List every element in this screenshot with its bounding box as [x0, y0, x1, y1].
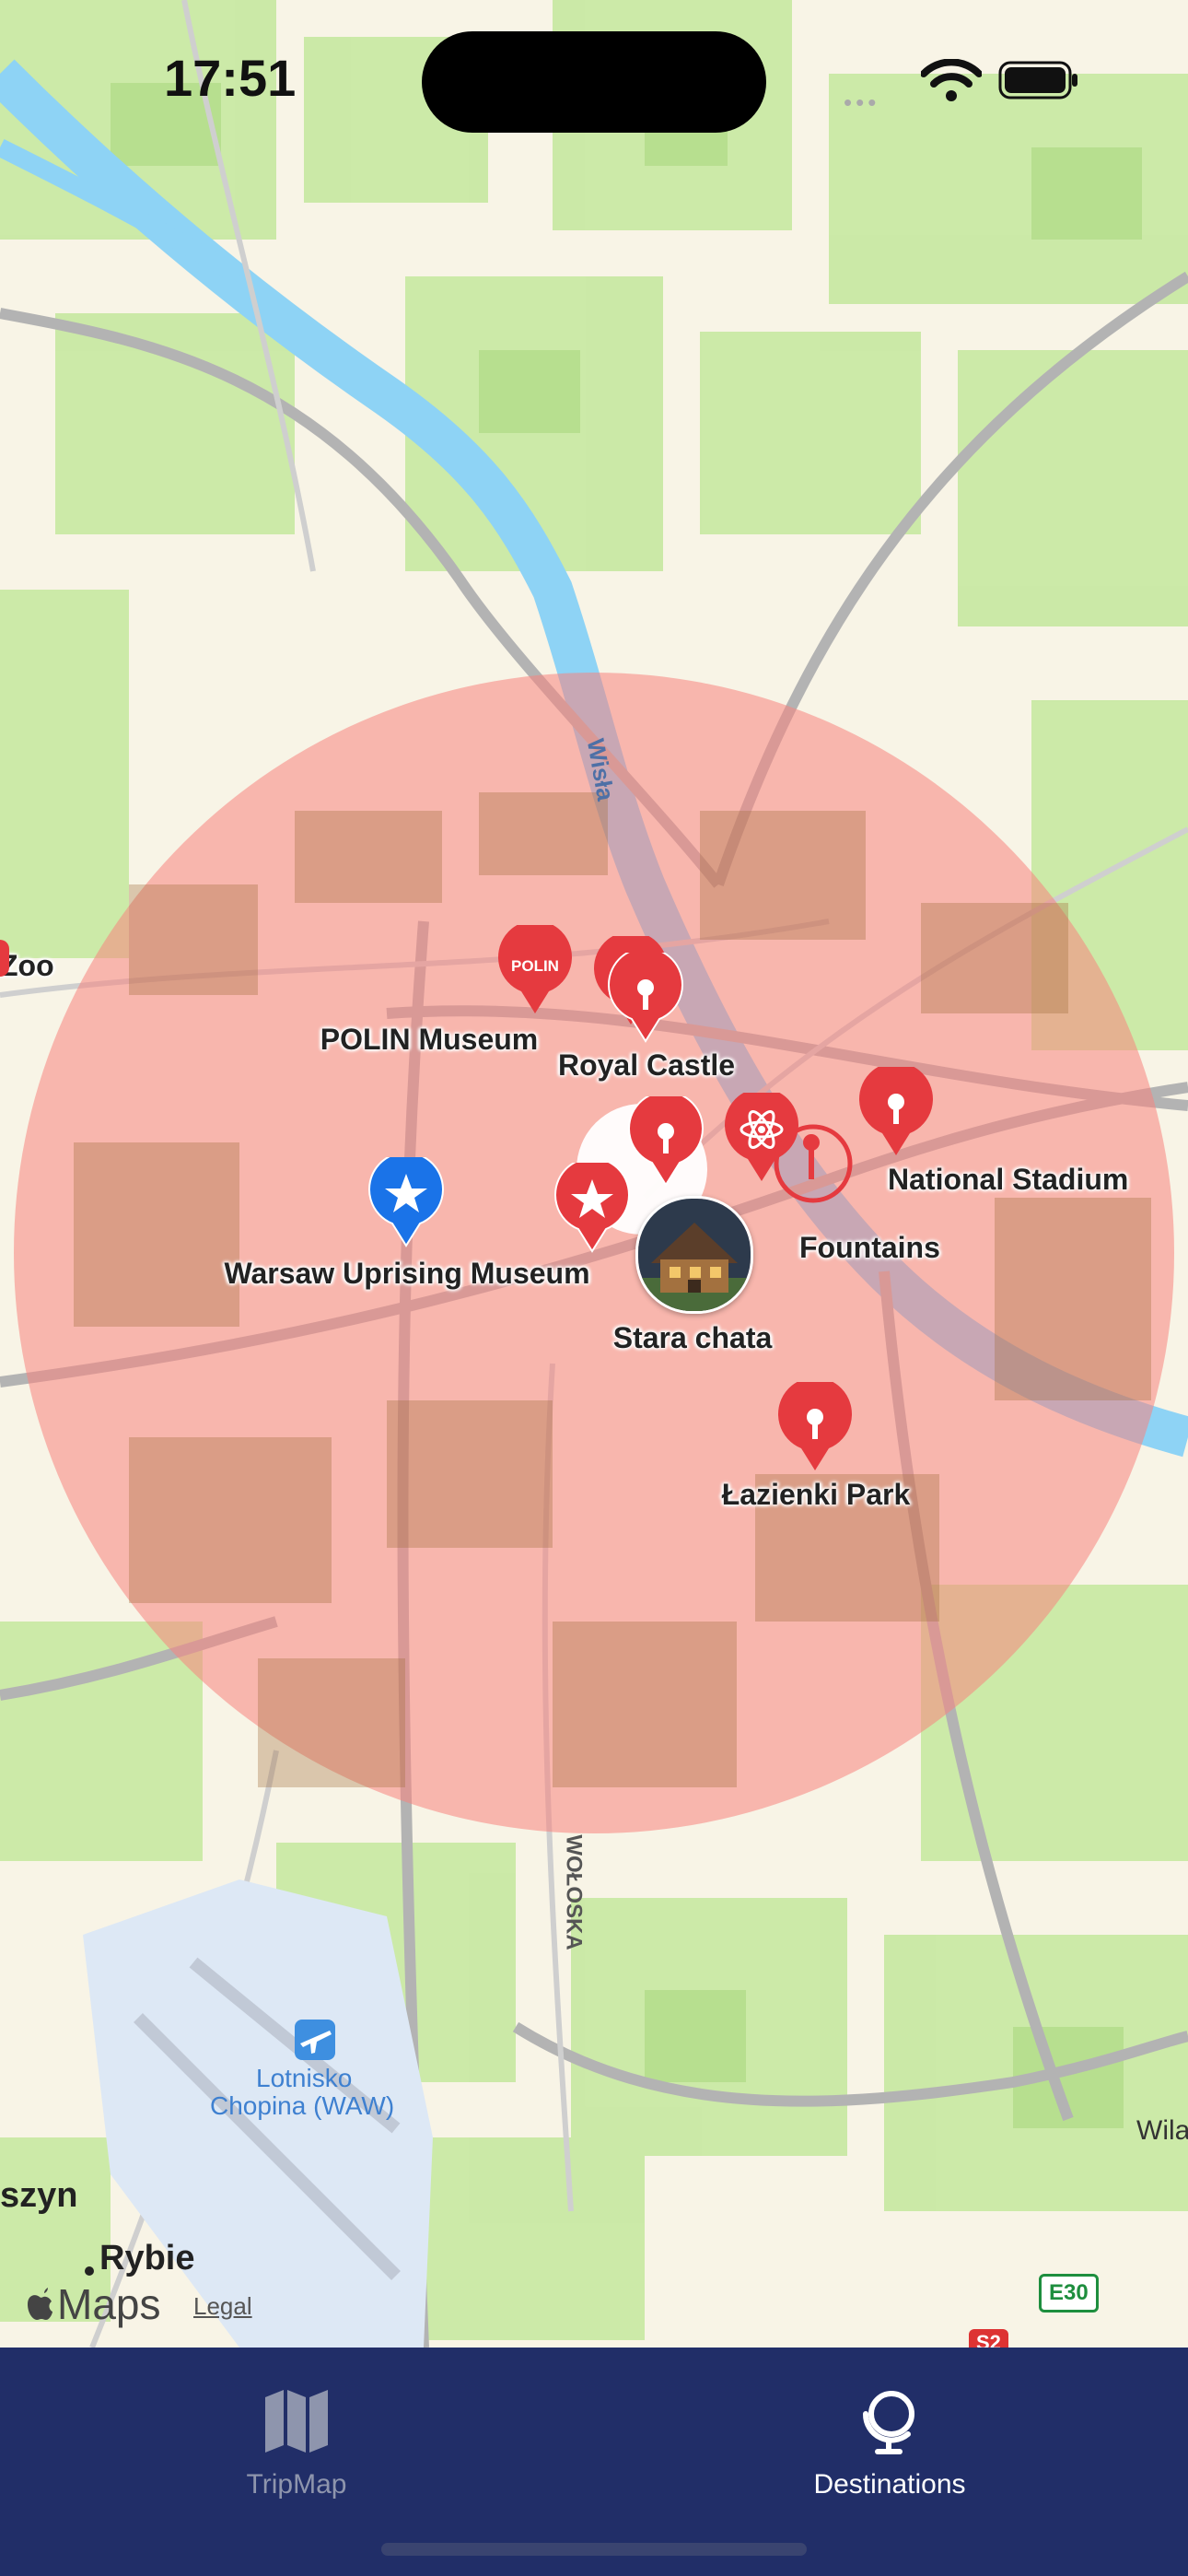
maps-attribution: Maps: [26, 2279, 160, 2329]
house-photo: [638, 1199, 751, 1311]
favorite-star-pin[interactable]: [553, 1163, 632, 1255]
maps-text: Maps: [57, 2280, 161, 2328]
pin-label-royal-castle: Royal Castle: [557, 1048, 736, 1082]
airport-label: Lotnisko: [256, 2064, 352, 2093]
polin-logo-icon: POLIN: [511, 957, 559, 975]
signal-dots-icon: •••: [844, 88, 880, 116]
tab-destinations-label: Destinations: [813, 2469, 966, 2500]
place-label-rybie: Rybie: [99, 2239, 195, 2277]
stara-chata-photo-pin[interactable]: [635, 1196, 753, 1314]
globe-icon: [862, 2391, 914, 2454]
legal-link[interactable]: Legal: [193, 2292, 252, 2321]
dynamic-island: [422, 31, 766, 133]
apple-logo-icon: [28, 2288, 52, 2320]
map-icon: [265, 2390, 328, 2453]
pin-label-warsaw-uprising-museum: Warsaw Uprising Museum: [224, 1257, 590, 1290]
home-indicator: [381, 2543, 807, 2556]
road-badge-e30: E30: [1039, 2274, 1099, 2313]
tab-destinations[interactable]: Destinations: [751, 2368, 1028, 2506]
offscreen-pin[interactable]: [0, 940, 9, 977]
tab-tripmap-label: TripMap: [246, 2469, 347, 2500]
royal-castle-pin[interactable]: [606, 953, 685, 1045]
place-dot: [85, 2266, 94, 2276]
fountains-pin[interactable]: [772, 1122, 855, 1205]
status-bar: 17:51 •••: [0, 0, 1188, 157]
warsaw-uprising-museum-pin[interactable]: [367, 1157, 446, 1249]
tab-bar: TripMap Destinations: [0, 2348, 1188, 2576]
pin-label-polin-museum: POLIN Museum: [320, 1023, 539, 1056]
pin-label-national-stadium: National Stadium: [888, 1163, 1129, 1196]
lazienki-park-pin[interactable]: [775, 1382, 855, 1474]
street-label: WOŁOSKA: [561, 1834, 587, 1950]
road-badge-s2: S2: [969, 2329, 1008, 2348]
tab-tripmap[interactable]: TripMap: [158, 2368, 435, 2506]
destination-pin[interactable]: [626, 1096, 705, 1188]
polin-museum-pin[interactable]: POLIN: [495, 925, 575, 1017]
place-label-szyn: szyn: [0, 2176, 78, 2215]
wifi-icon: [921, 59, 982, 101]
battery-icon: [998, 61, 1077, 100]
airport-label-line1: Lotnisko: [256, 2064, 353, 2092]
airport-label-line2: Chopina (WAW): [210, 2091, 395, 2120]
map-view[interactable]: 17:51 ••• Wisła WOŁOSKA Lotnisko Chopina…: [0, 0, 1188, 2348]
place-label-wila: Wila: [1136, 2115, 1188, 2146]
status-time: 17:51: [164, 49, 297, 107]
national-stadium-pin[interactable]: [856, 1067, 936, 1159]
pin-label-lazienki-park: Łazienki Park: [721, 1478, 911, 1511]
airport-icon: [295, 2020, 335, 2060]
pin-label-fountains: Fountains: [799, 1231, 940, 1264]
pin-label-stara-chata: Stara chata: [612, 1321, 773, 1354]
